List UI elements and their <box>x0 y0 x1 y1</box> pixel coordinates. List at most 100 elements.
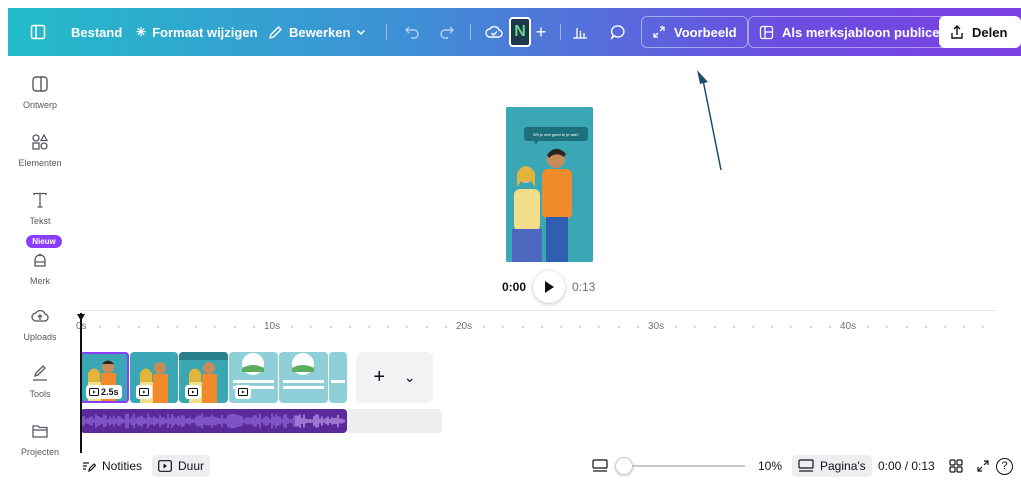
clip-thumbnail[interactable] <box>130 352 178 403</box>
ruler-tick <box>156 326 159 328</box>
speech-bubble-text: Wil je met goed te je wat? <box>533 132 580 137</box>
ruler-tick <box>291 326 294 328</box>
notes-label: Notities <box>102 459 143 473</box>
ruler-tick <box>905 326 908 328</box>
ruler-tick <box>348 326 351 328</box>
sidebar-item-label: Ontwerp <box>22 100 57 110</box>
clip-image <box>329 352 347 403</box>
ruler-tick <box>502 326 505 328</box>
sidebar-item-elementen[interactable]: Elementen <box>8 131 72 168</box>
grid-icon <box>949 459 963 473</box>
clip-thumbnail[interactable] <box>279 352 328 403</box>
ruler-tick <box>598 326 601 328</box>
ruler-tick <box>790 326 793 328</box>
clip-type-badge <box>235 385 251 399</box>
ruler-tick <box>867 326 870 328</box>
fullscreen-button[interactable] <box>970 455 996 477</box>
ruler-tick <box>828 326 831 328</box>
share-label: Delen <box>972 24 1008 40</box>
upload-icon <box>29 305 51 327</box>
clip-type-badge <box>185 385 201 399</box>
draw-icon <box>29 362 51 384</box>
playhead-handle[interactable] <box>77 314 85 321</box>
ruler-tick <box>521 326 524 328</box>
clip-thumbnail[interactable]: 2.5s <box>80 352 129 403</box>
zoom-slider-track[interactable] <box>625 465 745 467</box>
publish-template-button[interactable]: Als merksjabloon publiceren <box>748 16 971 48</box>
ruler-tick <box>694 326 697 328</box>
ruler-tick <box>732 326 735 328</box>
ruler-tick <box>99 326 102 328</box>
brand-icon <box>29 249 51 271</box>
comment-button[interactable] <box>602 16 634 48</box>
redo-button[interactable] <box>433 16 461 48</box>
video-icon <box>89 388 99 396</box>
zoom-level[interactable]: 10% <box>752 455 788 477</box>
share-button[interactable]: Delen <box>939 16 1021 48</box>
audio-track[interactable] <box>80 409 442 433</box>
ruler-tick <box>963 326 966 328</box>
ruler-tick <box>406 326 409 328</box>
edit-menu[interactable]: Bewerken <box>268 8 366 56</box>
notes-button[interactable]: Notities <box>76 455 148 477</box>
pages-label: Pagina's <box>820 459 866 473</box>
sidebar-item-tools[interactable]: Tools <box>8 362 72 399</box>
playhead[interactable] <box>80 313 82 453</box>
clip-thumbnail[interactable] <box>329 352 347 403</box>
page-view-toggle[interactable] <box>586 455 614 477</box>
sidebar-item-label: Merk <box>30 276 50 286</box>
ruler-tick <box>118 326 121 328</box>
zoom-slider-thumb[interactable] <box>615 457 633 475</box>
help-icon: ? <box>996 457 1013 475</box>
ruler-tick <box>560 326 562 328</box>
video-icon <box>238 388 248 396</box>
ruler-tick <box>579 326 582 328</box>
sidebar-item-tekst[interactable]: Tekst <box>8 189 72 226</box>
clip-thumbnail[interactable] <box>179 352 228 403</box>
resize-menu[interactable]: ✳ Formaat wijzigen <box>136 8 258 56</box>
clip-duration-label: 2.5s <box>101 387 119 397</box>
play-icon <box>545 281 554 293</box>
ruler-tick <box>233 326 236 328</box>
tick-label: 10s <box>264 321 281 332</box>
redo-icon <box>440 26 454 39</box>
play-button[interactable] <box>533 271 565 303</box>
avatar[interactable]: N <box>509 17 531 47</box>
sidebar-item-merk[interactable]: Merk <box>8 249 72 286</box>
sidebar-item-label: Projecten <box>20 447 60 457</box>
file-menu[interactable]: Bestand <box>71 8 122 56</box>
design-page[interactable]: Wil je met goed te je wat? <box>506 107 593 262</box>
help-button[interactable]: ? <box>996 455 1013 477</box>
clip-thumbnail[interactable] <box>229 352 278 403</box>
preview-button[interactable]: Voorbeeld <box>641 16 748 48</box>
ruler-tick <box>252 326 255 328</box>
sidebar-item-uploads[interactable]: Uploads <box>8 305 72 342</box>
ruler-tick <box>540 326 543 328</box>
sidebar-item-projecten[interactable]: Projecten <box>8 420 72 457</box>
ruler-tick <box>329 326 332 328</box>
insights-button[interactable] <box>564 16 596 48</box>
duration-button[interactable]: Duur <box>152 455 211 477</box>
sidebar-toggle-button[interactable] <box>26 16 50 48</box>
expand-icon <box>977 460 989 472</box>
layout-icon <box>29 73 51 95</box>
avatar-letter: N <box>514 23 526 40</box>
bottom-bar: Notities Duur 10% Pagina's 0:00 / 0:13 ? <box>72 452 1021 481</box>
tick-label: 40s <box>840 321 857 332</box>
add-page-menu-chevron[interactable]: ⌄ <box>404 369 416 386</box>
timeline-divider <box>80 310 995 311</box>
add-page-button[interactable]: + <box>373 366 385 389</box>
sparkle-icon: ✳ <box>136 25 147 39</box>
undo-button[interactable] <box>398 16 426 48</box>
ruler-tick <box>444 326 447 328</box>
ruler-tick <box>771 326 774 328</box>
grid-view-button[interactable] <box>943 455 969 477</box>
clip-duration-badge: 2.5s <box>86 385 122 399</box>
clip-image <box>279 352 328 403</box>
sidebar-item-ontwerp[interactable]: Ontwerp <box>8 73 72 110</box>
ruler-tick <box>387 326 390 328</box>
sidebar-item-label: Elementen <box>18 158 62 168</box>
add-collaborator-button[interactable]: + <box>530 16 552 48</box>
pages-button[interactable]: Pagina's <box>792 455 872 477</box>
save-status-button[interactable] <box>480 16 508 48</box>
